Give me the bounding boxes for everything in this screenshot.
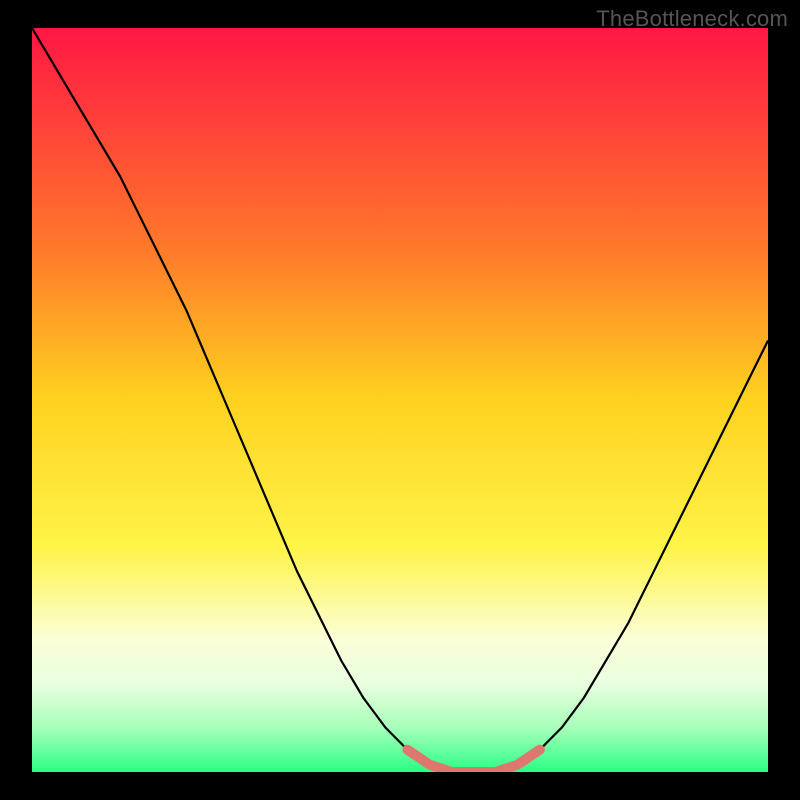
watermark-label: TheBottleneck.com <box>596 6 788 32</box>
chart-svg <box>32 28 768 772</box>
plot-area <box>32 28 768 772</box>
chart-frame: TheBottleneck.com <box>0 0 800 800</box>
gradient-background <box>32 28 768 772</box>
